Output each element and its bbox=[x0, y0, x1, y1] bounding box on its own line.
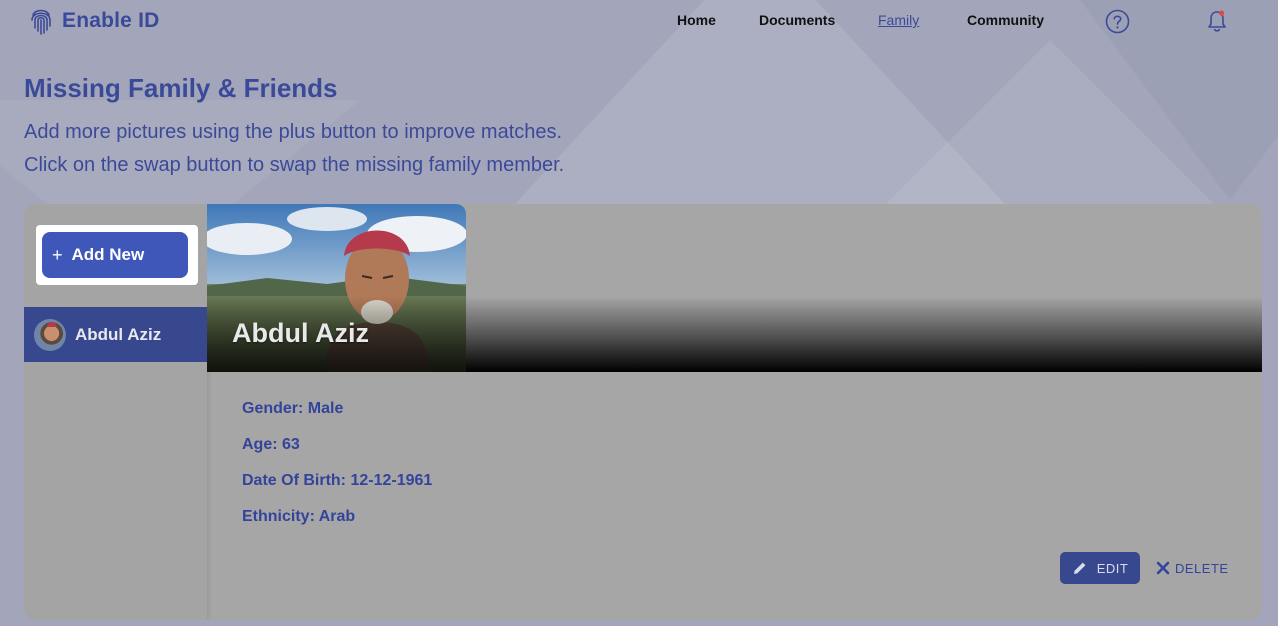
top-navigation-bar: Enable ID Home Documents Family Communit… bbox=[0, 0, 1278, 42]
page-title: Missing Family & Friends bbox=[24, 73, 338, 103]
sidebar-item-label: Abdul Aziz bbox=[75, 324, 162, 344]
avatar bbox=[34, 318, 66, 351]
main-nav: Home Documents Family Community bbox=[0, 12, 1278, 32]
page-subtitle-line-2: Click on the swap button to swap the mis… bbox=[24, 154, 565, 176]
profile-header: Abdul Aziz bbox=[207, 204, 1262, 372]
nav-documents[interactable]: Documents bbox=[759, 12, 835, 28]
profile-name: Abdul Aziz bbox=[232, 318, 369, 348]
detail-gender: Gender: Male bbox=[242, 400, 344, 417]
help-button[interactable] bbox=[1105, 9, 1130, 34]
sidebar-item-abdul-aziz[interactable]: Abdul Aziz bbox=[24, 307, 207, 362]
page-subtitle-line-1: Add more pictures using the plus button … bbox=[24, 121, 563, 143]
family-member-card: + Add New Abdul Aziz Abdul Aziz Gender: … bbox=[24, 204, 1262, 620]
bell-icon bbox=[1208, 10, 1226, 32]
nav-home[interactable]: Home bbox=[677, 12, 716, 28]
add-new-label: Add New bbox=[71, 245, 145, 264]
member-sidebar: + Add New Abdul Aziz bbox=[24, 204, 207, 620]
plus-icon: + bbox=[52, 244, 63, 265]
nav-family[interactable]: Family bbox=[878, 12, 919, 28]
detail-date-of-birth: Date Of Birth: 12-12-1961 bbox=[242, 472, 433, 489]
profile-details: Gender: Male Age: 63 Date Of Birth: 12-1… bbox=[242, 400, 432, 544]
notifications-button[interactable] bbox=[1206, 9, 1228, 33]
question-circle-icon bbox=[1105, 9, 1130, 34]
delete-button[interactable]: DELETE bbox=[1150, 552, 1235, 584]
delete-label: DELETE bbox=[1175, 560, 1229, 576]
edit-label: EDIT bbox=[1096, 560, 1129, 576]
pencil-icon bbox=[1073, 562, 1086, 574]
nav-community[interactable]: Community bbox=[967, 12, 1044, 28]
edit-button[interactable]: EDIT bbox=[1060, 552, 1140, 584]
detail-ethnicity: Ethnicity: Arab bbox=[242, 508, 356, 525]
close-icon bbox=[1156, 561, 1170, 575]
notification-dot bbox=[1218, 10, 1225, 16]
detail-age: Age: 63 bbox=[242, 436, 300, 453]
add-new-button[interactable]: + Add New bbox=[42, 232, 188, 278]
